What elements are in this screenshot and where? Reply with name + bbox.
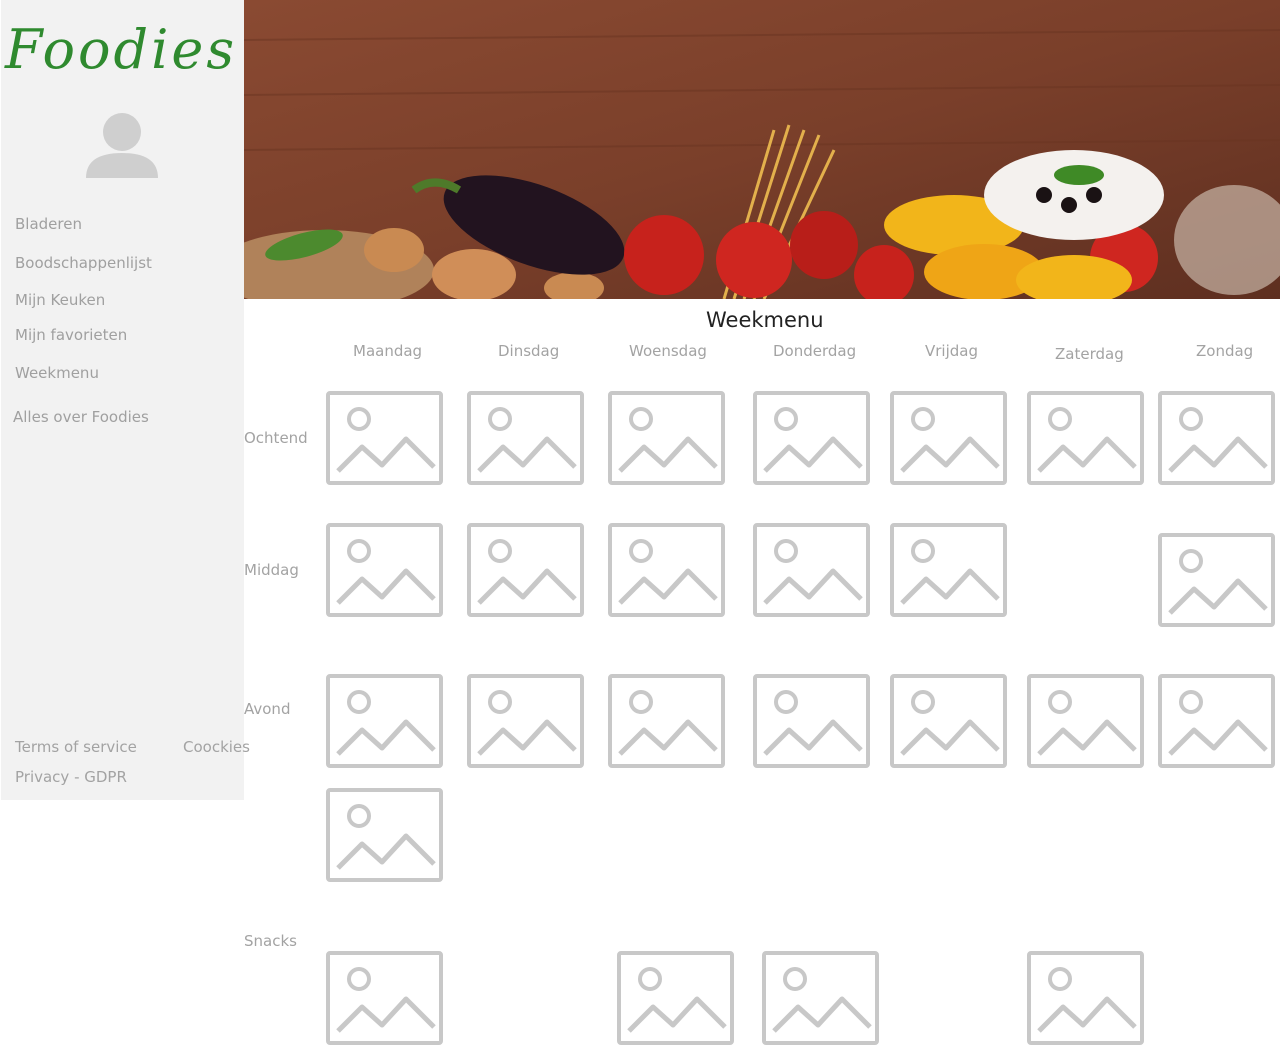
meal-image-placeholder-icon[interactable] <box>762 951 879 1045</box>
foodies-logo[interactable]: Foodies <box>5 18 237 90</box>
meal-image-placeholder-icon[interactable] <box>1158 391 1275 485</box>
meal-avond: Avond <box>244 700 291 718</box>
meal-image-placeholder-icon[interactable] <box>1027 674 1144 768</box>
nav-weekmenu[interactable]: Weekmenu <box>15 364 99 382</box>
meal-image-placeholder-icon[interactable] <box>1027 391 1144 485</box>
day-maandag: Maandag <box>353 342 423 360</box>
privacy-gdpr-link[interactable]: Privacy - GDPR <box>15 768 127 786</box>
meal-image-placeholder-icon[interactable] <box>753 391 870 485</box>
meal-image-placeholder-icon[interactable] <box>1158 674 1275 768</box>
cookies-link[interactable]: Coockies <box>183 738 250 756</box>
meal-image-placeholder-icon[interactable] <box>617 951 734 1045</box>
meal-image-placeholder-icon[interactable] <box>326 523 443 617</box>
meal-ochtend: Ochtend <box>244 429 308 447</box>
page-title: Weekmenu <box>706 308 824 332</box>
nav-alles-over-foodies[interactable]: Alles over Foodies <box>13 408 149 426</box>
terms-of-service-link[interactable]: Terms of service <box>15 738 137 756</box>
meal-image-placeholder-icon[interactable] <box>753 523 870 617</box>
meal-image-placeholder-icon[interactable] <box>1027 951 1144 1045</box>
day-zondag: Zondag <box>1196 342 1254 360</box>
meal-image-placeholder-icon[interactable] <box>467 523 584 617</box>
meal-image-placeholder-icon[interactable] <box>326 391 443 485</box>
nav-bladeren[interactable]: Bladeren <box>15 215 82 233</box>
user-avatar-icon[interactable] <box>85 112 159 180</box>
meal-image-placeholder-icon[interactable] <box>608 391 725 485</box>
meal-image-placeholder-icon[interactable] <box>467 391 584 485</box>
meal-image-placeholder-icon[interactable] <box>608 674 725 768</box>
meal-image-placeholder-icon[interactable] <box>326 951 443 1045</box>
meal-image-placeholder-icon[interactable] <box>890 523 1007 617</box>
nav-boodschappenlijst[interactable]: Boodschappenlijst <box>15 254 152 272</box>
nav-mijn-favorieten[interactable]: Mijn favorieten <box>15 326 127 344</box>
sidebar: Foodies Bladeren Boodschappenlijst Mijn … <box>1 0 250 800</box>
meal-image-placeholder-icon[interactable] <box>608 523 725 617</box>
meal-image-placeholder-icon[interactable] <box>467 674 584 768</box>
meal-image-placeholder-icon[interactable] <box>1158 533 1275 627</box>
day-zaterdag: Zaterdag <box>1055 345 1124 363</box>
meal-image-placeholder-icon[interactable] <box>753 674 870 768</box>
meal-snacks: Snacks <box>244 932 297 950</box>
day-vrijdag: Vrijdag <box>925 342 978 360</box>
day-donderdag: Donderdag <box>773 342 857 360</box>
nav-mijn-keuken[interactable]: Mijn Keuken <box>15 291 105 309</box>
meal-image-placeholder-icon[interactable] <box>890 391 1007 485</box>
meal-image-placeholder-icon[interactable] <box>326 674 443 768</box>
day-woensdag: Woensdag <box>629 342 707 360</box>
day-dinsdag: Dinsdag <box>498 342 560 360</box>
meal-image-placeholder-icon[interactable] <box>326 788 443 882</box>
meal-middag: Middag <box>244 561 299 579</box>
logo-text: Foodies <box>5 18 238 81</box>
food-banner-photo <box>244 0 1280 299</box>
meal-image-placeholder-icon[interactable] <box>890 674 1007 768</box>
